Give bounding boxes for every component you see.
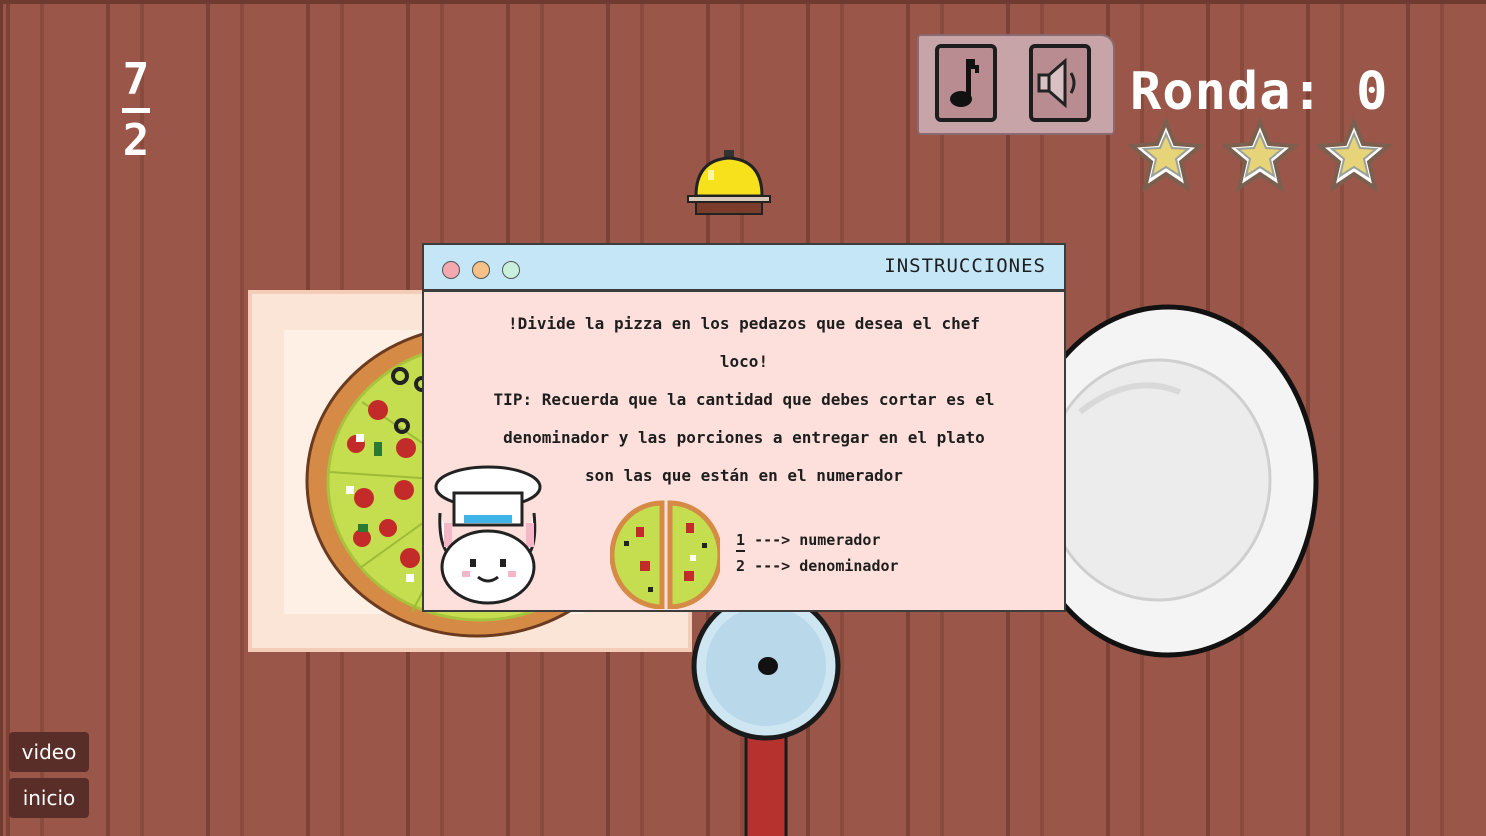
game-stage: 7 2 Ronda: 0 video inicio INSTRUCCIONES … xyxy=(0,0,1486,836)
star-icon xyxy=(1222,118,1298,193)
instructions-dialog: INSTRUCCIONES !Divide la pizza en los pe… xyxy=(422,243,1066,612)
fraction-legend: 1 ---> numerador 2 ---> denominador xyxy=(736,527,899,579)
chef-bunny-icon xyxy=(434,465,542,605)
dialog-titlebar: INSTRUCCIONES xyxy=(424,245,1064,292)
star-rating xyxy=(1128,118,1392,194)
speaker-icon xyxy=(1037,57,1076,109)
star-icon xyxy=(1128,118,1204,193)
instruction-line: denominador y las porciones a entregar e… xyxy=(503,428,985,447)
round-label: Ronda: xyxy=(1130,62,1324,122)
fraction-bar xyxy=(122,108,150,113)
legend-num: 1 xyxy=(736,530,746,552)
pizza-cutter[interactable] xyxy=(690,606,842,836)
legend-numerator-row: 1 ---> numerador xyxy=(736,527,899,553)
music-note-icon xyxy=(950,59,979,107)
round-counter: Ronda: 0 xyxy=(1130,62,1388,122)
minimize-dot-icon[interactable] xyxy=(472,261,490,279)
music-toggle-button[interactable] xyxy=(935,44,997,122)
video-button[interactable]: video xyxy=(9,732,89,772)
legend-denominator-row: 2 ---> denominador xyxy=(736,553,899,579)
dialog-title: INSTRUCCIONES xyxy=(884,255,1046,277)
close-dot-icon[interactable] xyxy=(442,261,460,279)
home-button[interactable]: inicio xyxy=(9,778,89,818)
maximize-dot-icon[interactable] xyxy=(502,261,520,279)
fraction-denominator: 2 xyxy=(122,115,150,166)
instruction-line: TIP: Recuerda que la cantidad que debes … xyxy=(493,390,995,409)
service-bell-icon[interactable] xyxy=(686,148,772,216)
star-icon xyxy=(1316,118,1392,193)
sound-toggle-button[interactable] xyxy=(1029,44,1091,122)
instruction-line: !Divide la pizza en los pedazos que dese… xyxy=(507,314,980,333)
sound-panel xyxy=(917,34,1115,135)
legend-den-text: ---> denominador xyxy=(754,557,899,575)
instruction-line: loco! xyxy=(719,352,769,371)
legend-den: 2 xyxy=(736,557,746,575)
round-value: 0 xyxy=(1356,62,1389,122)
legend-num-text: ---> numerador xyxy=(754,531,881,549)
fraction-numerator: 7 xyxy=(122,54,150,105)
target-fraction: 7 2 xyxy=(116,58,156,163)
half-pizza-icon xyxy=(610,500,720,609)
